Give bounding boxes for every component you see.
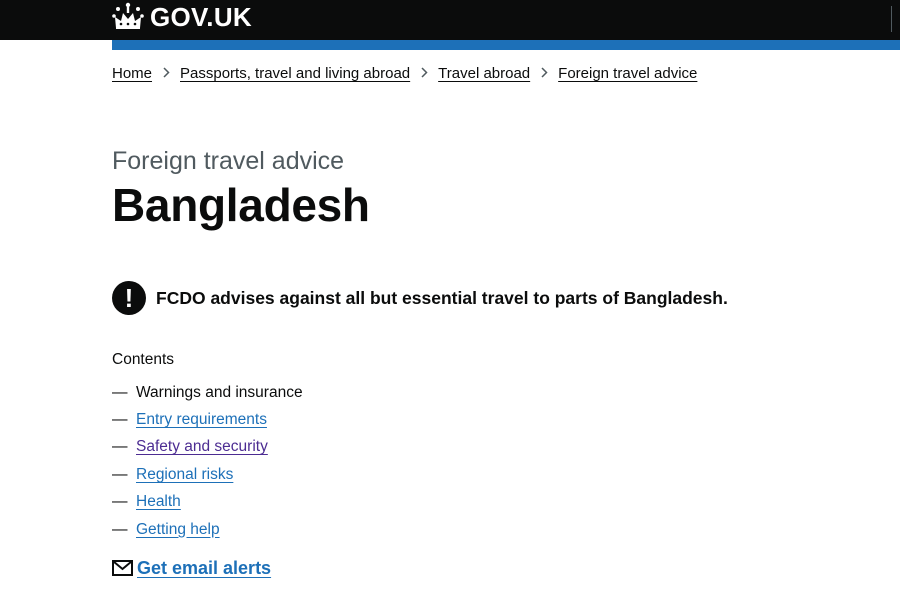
contents-item-health: — Health	[112, 489, 303, 516]
contents-link-getting-help[interactable]: Getting help	[136, 520, 220, 540]
govuk-logo-link[interactable]: GOV.UK	[112, 2, 252, 32]
header-accent-bar	[112, 40, 900, 50]
email-alerts: Get email alerts	[112, 556, 271, 580]
site-header: GOV.UK	[0, 0, 900, 40]
logo-text: GOV.UK	[150, 2, 252, 32]
contents-link-health[interactable]: Health	[136, 492, 181, 512]
list-dash: —	[112, 465, 128, 483]
page-title: Bangladesh	[112, 179, 370, 231]
chevron-right-icon	[541, 64, 548, 84]
chevron-right-icon	[421, 64, 428, 84]
contents-item-getting-help: — Getting help	[112, 516, 303, 543]
chevron-right-icon	[163, 64, 170, 84]
envelope-icon	[112, 560, 133, 576]
list-dash: —	[112, 411, 128, 429]
breadcrumb: Home Passports, travel and living abroad…	[112, 64, 697, 84]
list-dash: —	[112, 493, 128, 511]
get-email-alerts-link[interactable]: Get email alerts	[137, 556, 271, 580]
contents-link-safety-security[interactable]: Safety and security	[136, 437, 268, 457]
page-caption: Foreign travel advice	[112, 147, 345, 175]
crown-icon	[112, 2, 144, 32]
warning-callout: ! FCDO advises against all but essential…	[112, 281, 728, 315]
contents-link-regional-risks[interactable]: Regional risks	[136, 465, 233, 485]
contents-heading: Contents	[112, 351, 175, 368]
breadcrumb-travel-abroad[interactable]: Travel abroad	[438, 64, 530, 84]
contents-item-safety-security: — Safety and security	[112, 434, 303, 461]
header-divider	[891, 6, 892, 32]
breadcrumb-home[interactable]: Home	[112, 64, 152, 84]
contents-item-regional-risks: — Regional risks	[112, 461, 303, 488]
contents-item-entry-requirements: — Entry requirements	[112, 406, 303, 433]
contents-list: — Warnings and insurance — Entry require…	[112, 379, 303, 543]
breadcrumb-passports-travel[interactable]: Passports, travel and living abroad	[180, 64, 410, 84]
list-dash: —	[112, 520, 128, 538]
contents-item-warnings-insurance: — Warnings and insurance	[112, 379, 303, 406]
contents-link-entry-requirements[interactable]: Entry requirements	[136, 410, 267, 430]
warning-text: FCDO advises against all but essential t…	[156, 288, 728, 308]
contents-current-label: Warnings and insurance	[136, 383, 303, 401]
warning-exclamation-icon: !	[112, 281, 146, 315]
breadcrumb-foreign-travel-advice[interactable]: Foreign travel advice	[558, 64, 697, 84]
list-dash: —	[112, 383, 128, 401]
list-dash: —	[112, 438, 128, 456]
